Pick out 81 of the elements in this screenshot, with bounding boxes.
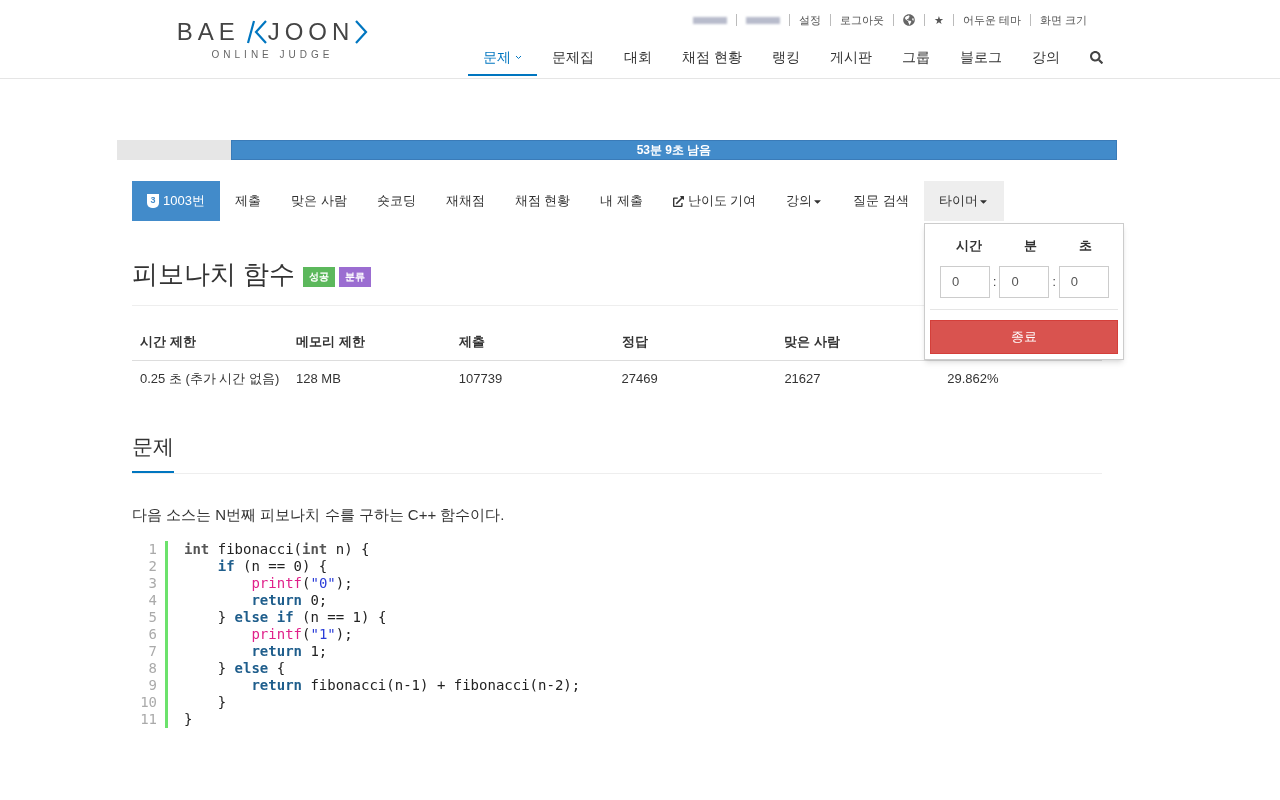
column-header: 시간 제한 (132, 323, 288, 360)
field-label: 시간 (956, 237, 983, 255)
problem-tab[interactable]: 강의 (771, 181, 839, 221)
table-cell: 27469 (613, 360, 777, 396)
time-input[interactable]: 0 (999, 265, 1050, 298)
field-label: 초 (1079, 237, 1093, 255)
nav-link[interactable]: 블로그 (945, 40, 1017, 76)
external-link-icon (672, 195, 684, 207)
line-number: 5 (148, 609, 157, 626)
time-input[interactable]: 0 (940, 265, 991, 298)
chevron-right-icon (354, 20, 369, 44)
redacted-text (745, 16, 780, 24)
problem-description: 다음 소스는 N번째 피보나치 수를 구하는 C++ 함수이다. (132, 504, 506, 525)
problem-tab[interactable]: 맞은 사람 (275, 181, 362, 221)
code-line: } (184, 711, 194, 728)
tier-badge: 3 (147, 194, 159, 208)
problem-tab[interactable]: 제출 (219, 181, 276, 221)
nav-link[interactable]: 게시판 (815, 40, 887, 76)
line-number: 11 (140, 711, 157, 728)
nav-link[interactable]: 랭킹 (757, 40, 815, 76)
globe-icon[interactable] (902, 14, 915, 26)
field-label: 분 (1024, 237, 1038, 255)
code-line: } (216, 694, 228, 711)
tag[interactable]: 분류 (339, 267, 372, 287)
time-input[interactable]: 0 (1058, 265, 1109, 298)
table-cell: 128 MB (288, 360, 451, 396)
nav-link[interactable]: 그룹 (887, 40, 945, 76)
top-link[interactable]: 화면 크기 (1039, 11, 1087, 29)
table-cell: 0.25 초 (추가 시간 없음) (132, 360, 288, 396)
code-line: printf("1"); (250, 626, 354, 643)
problem-tab[interactable]: 난이도 기여 (657, 181, 772, 221)
problem-tab[interactable]: 채점 현황 (499, 181, 586, 221)
nav-link[interactable]: 대회 (609, 40, 668, 76)
section-title: 문제 (132, 431, 174, 473)
problem-tab[interactable]: 숏코딩 (361, 181, 431, 221)
separator: : (1052, 273, 1056, 291)
logo[interactable]: BAE JOON (176, 20, 369, 44)
top-link[interactable]: 로그아웃 (839, 11, 884, 29)
code-line: return 1; (250, 643, 329, 660)
search-icon (1090, 50, 1103, 64)
nav-link[interactable]: 문제집 (537, 40, 610, 76)
code-line: return fibonacci(n-1) + fibonacci(n-2); (250, 677, 581, 694)
code-line: return 0; (250, 592, 329, 609)
nav-link[interactable]: 채점 현황 (667, 40, 757, 76)
problem-tab[interactable]: 재채점 (430, 181, 500, 221)
nav-link[interactable]: 문제 (468, 40, 538, 76)
line-number: 9 (148, 677, 157, 694)
code-line: } else { (216, 660, 287, 677)
code-line: } else if (n == 1) { (216, 609, 388, 626)
problem-title: 피보나치 함수 (132, 261, 296, 287)
top-link[interactable]: 설정 (798, 11, 821, 29)
code-line: printf("0"); (250, 575, 354, 592)
code-line: int fibonacci(int n) { (184, 541, 371, 558)
top-link[interactable]: ★ (933, 11, 944, 29)
nav-link[interactable]: 강의 (1017, 40, 1075, 76)
table-cell: 107739 (450, 360, 614, 396)
line-number: 6 (148, 626, 157, 643)
chevron-down-icon (515, 54, 523, 60)
line-number: 2 (148, 558, 157, 575)
redacted-text (692, 16, 727, 24)
problem-tab[interactable]: 타이머 (924, 181, 1005, 221)
logo-subtitle: ONLINE JUDGE (211, 48, 334, 62)
column-header: 제출 (450, 323, 614, 360)
line-number: 3 (148, 575, 157, 592)
line-number: 8 (148, 660, 157, 677)
column-header: 정답 (613, 323, 777, 360)
line-number: 10 (140, 694, 157, 711)
problem-tab[interactable]: 내 제출 (585, 181, 658, 221)
code-line: if (n == 0) { (216, 558, 329, 575)
column-header: 메모리 제한 (288, 323, 451, 360)
separator: : (993, 273, 997, 291)
line-number: 7 (148, 643, 157, 660)
line-number: 4 (148, 592, 157, 609)
problem-tab[interactable]: 3 1003번 (132, 181, 220, 221)
line-number: 1 (148, 541, 157, 558)
stop-button[interactable]: 종료 (930, 319, 1119, 354)
top-link[interactable]: 어두운 테마 (962, 11, 1021, 29)
table-cell: 29.862% (939, 360, 1102, 396)
table-cell: 21627 (776, 360, 940, 396)
progress-fill: 53분 9초 남음 (231, 140, 1117, 160)
problem-tab[interactable]: 질문 검색 (838, 181, 925, 221)
